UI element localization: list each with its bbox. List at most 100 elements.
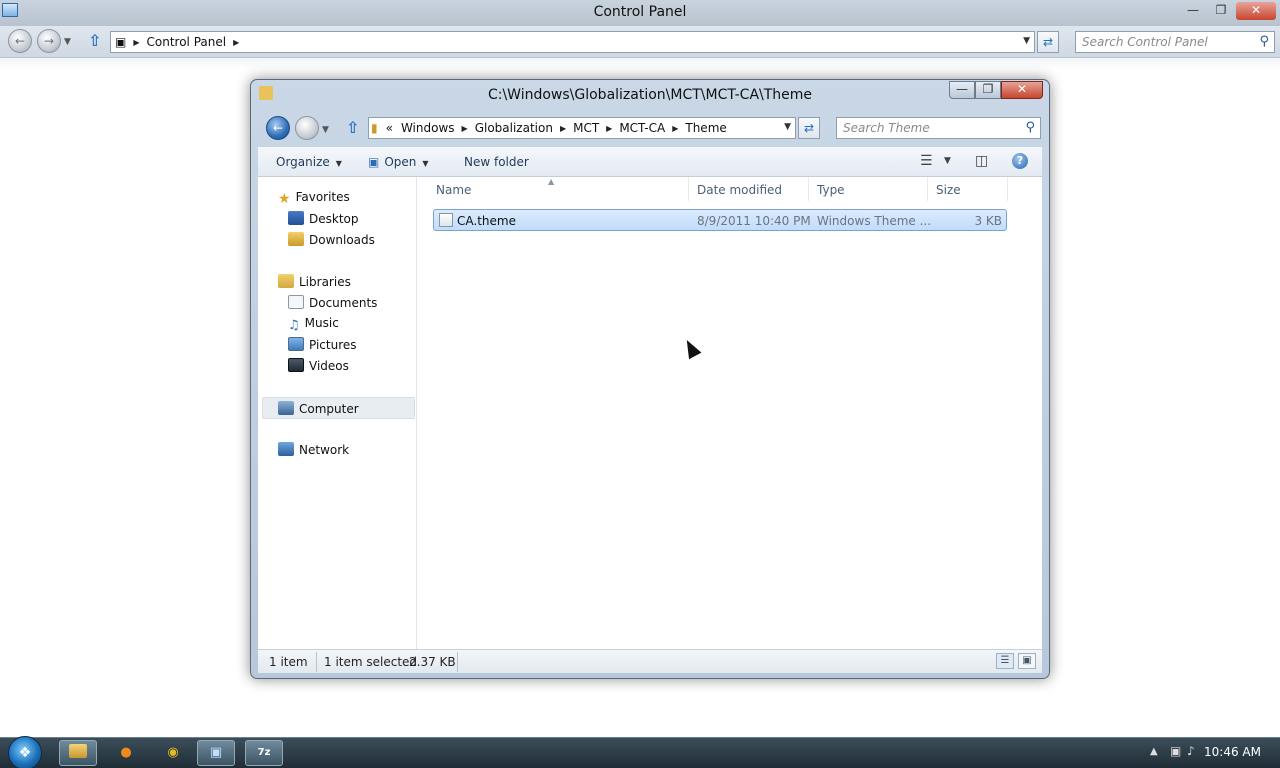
cp-maximize-button[interactable]: ❐ — [1208, 2, 1234, 20]
cp-forward-button[interactable]: → — [37, 29, 61, 53]
crumb-mct[interactable]: MCT — [569, 121, 603, 135]
crumb-arrow[interactable]: ▶ — [459, 124, 471, 133]
nav-music[interactable]: ♫ Music — [288, 316, 339, 333]
nav-desktop-label: Desktop — [309, 212, 359, 226]
maximize-button[interactable]: ❐ — [975, 81, 1001, 99]
cp-search-input[interactable]: Search Control Panel ⚲ — [1075, 31, 1275, 53]
nav-libraries[interactable]: Libraries — [278, 274, 351, 289]
crumb-globalization[interactable]: Globalization — [471, 121, 557, 135]
cp-up-arrow-icon[interactable]: ⇧ — [88, 31, 101, 50]
history-dropdown-icon[interactable]: ▼ — [322, 125, 329, 135]
file-type: Windows Theme ... — [817, 214, 932, 228]
nav-videos[interactable]: Videos — [288, 358, 349, 373]
firefox-icon[interactable]: ● — [107, 740, 145, 766]
cp-crumb-control-panel[interactable]: Control Panel — [143, 35, 231, 49]
explorer-icon[interactable] — [59, 740, 97, 766]
column-header-type[interactable]: Type — [809, 177, 928, 201]
file-name: CA.theme — [457, 214, 516, 228]
column-header-size[interactable]: Size — [928, 177, 1008, 201]
nav-music-label: Music — [304, 316, 339, 330]
control-panel-icon[interactable]: ▣ — [197, 740, 235, 766]
control-panel-navbar: ← → ▼ ⇧ ▣ ▶ Control Panel ▶ ▼ ⇄ Search C… — [0, 26, 1280, 58]
status-divider — [457, 652, 458, 672]
organize-label: Organize — [276, 155, 330, 169]
nav-documents-label: Documents — [309, 296, 378, 310]
crumb-theme[interactable]: Theme — [681, 121, 730, 135]
address-overflow-chevron[interactable]: « — [382, 121, 397, 135]
7zip-icon[interactable]: 7z — [245, 740, 283, 766]
address-bar[interactable]: ▮ « Windows ▶ Globalization ▶ MCT ▶ MCT-… — [368, 117, 796, 139]
folder-icon — [69, 744, 87, 758]
control-panel-titlebar: Control Panel — ❐ ✕ — [0, 0, 1280, 26]
show-hidden-icons-icon[interactable]: ▲ — [1150, 746, 1158, 757]
crumb-mct-ca[interactable]: MCT-CA — [615, 121, 669, 135]
view-dropdown-icon[interactable]: ▼ — [944, 156, 951, 166]
crumb-arrow[interactable]: ▶ — [557, 124, 569, 133]
open-button[interactable]: ▣ Open ▼ — [368, 155, 429, 169]
crumb-windows[interactable]: Windows — [397, 121, 459, 135]
minimize-button[interactable]: — — [949, 81, 975, 99]
nav-computer[interactable]: Computer — [262, 397, 415, 419]
navigation-pane[interactable]: ★ Favorites Desktop Downloads Libraries D… — [258, 177, 417, 649]
cp-close-button[interactable]: ✕ — [1236, 2, 1276, 20]
cp-minimize-button[interactable]: — — [1180, 2, 1206, 20]
volume-icon[interactable]: ♪ — [1187, 744, 1195, 758]
refresh-icon[interactable]: ⇄ — [798, 117, 820, 139]
large-icons-view-icon[interactable]: ▣ — [1018, 653, 1036, 669]
cp-crumb-arrow[interactable]: ▶ — [230, 38, 242, 47]
file-row-selected[interactable]: CA.theme 8/9/2011 10:40 PM Windows Theme… — [433, 209, 1007, 231]
nav-downloads[interactable]: Downloads — [288, 232, 375, 247]
address-dropdown-icon[interactable]: ▼ — [784, 122, 791, 132]
column-header-date-modified[interactable]: Date modified — [689, 177, 809, 201]
cp-address-bar[interactable]: ▣ ▶ Control Panel ▶ ▼ — [110, 31, 1035, 53]
nav-network-label: Network — [299, 443, 350, 457]
network-icon — [278, 442, 294, 456]
start-button[interactable]: ❖ — [8, 736, 42, 768]
status-selected-size: 2.37 KB — [409, 655, 456, 669]
open-label: Open — [384, 155, 417, 169]
organize-button[interactable]: Organize ▼ — [276, 155, 342, 169]
close-button[interactable]: ✕ — [1001, 81, 1043, 99]
file-list[interactable]: ▲ Name Date modified Type Size CA.theme … — [418, 177, 1042, 649]
chrome-icon[interactable]: ◉ — [154, 740, 192, 766]
preview-pane-icon[interactable]: ◫ — [975, 153, 988, 169]
search-input[interactable]: Search Theme ⚲ — [836, 117, 1041, 139]
help-icon[interactable]: ? — [1012, 153, 1028, 169]
forward-button[interactable] — [295, 116, 319, 140]
nav-desktop[interactable]: Desktop — [288, 211, 359, 226]
change-view-icon[interactable]: ☰ — [920, 153, 933, 169]
star-icon: ★ — [278, 191, 291, 207]
nav-favorites[interactable]: ★ Favorites — [278, 190, 350, 207]
back-button[interactable]: ← — [266, 116, 290, 140]
crumb-arrow[interactable]: ▶ — [669, 124, 681, 133]
new-folder-button[interactable]: New folder — [464, 155, 529, 169]
up-arrow-icon[interactable]: ⇧ — [346, 118, 359, 137]
search-icon[interactable]: ⚲ — [1025, 120, 1035, 135]
videos-icon — [288, 358, 304, 372]
pictures-icon — [288, 337, 304, 351]
column-header-name[interactable]: Name — [428, 177, 689, 201]
cp-crumb-arrow: ▶ — [133, 37, 140, 47]
status-bar: 1 item 1 item selected 2.37 KB ☰ ▣ — [258, 649, 1042, 673]
desktop-icon — [288, 211, 304, 225]
search-icon[interactable]: ⚲ — [1259, 34, 1269, 49]
nav-network[interactable]: Network — [278, 442, 349, 457]
status-item-count: 1 item — [269, 655, 308, 669]
details-view-icon[interactable]: ☰ — [996, 653, 1014, 669]
cp-history-dropdown-icon[interactable]: ▼ — [64, 37, 71, 47]
nav-documents[interactable]: Documents — [288, 295, 377, 310]
cp-address-dropdown-icon[interactable]: ▼ — [1023, 36, 1030, 46]
cp-refresh-icon[interactable]: ⇄ — [1037, 31, 1059, 53]
nav-videos-label: Videos — [309, 359, 349, 373]
open-app-icon: ▣ — [368, 155, 380, 169]
clock[interactable]: 10:46 AM — [1204, 745, 1261, 759]
explorer-title: C:\Windows\Globalization\MCT\MCT-CA\Them… — [487, 87, 813, 103]
file-size: 3 KB — [974, 214, 1002, 228]
nav-downloads-label: Downloads — [309, 233, 375, 247]
nav-libraries-label: Libraries — [299, 275, 351, 289]
crumb-arrow[interactable]: ▶ — [603, 124, 615, 133]
network-tray-icon[interactable]: ▣ — [1170, 744, 1181, 758]
chevron-down-icon: ▼ — [335, 159, 342, 168]
cp-back-button[interactable]: ← — [8, 29, 32, 53]
nav-pictures[interactable]: Pictures — [288, 337, 357, 352]
